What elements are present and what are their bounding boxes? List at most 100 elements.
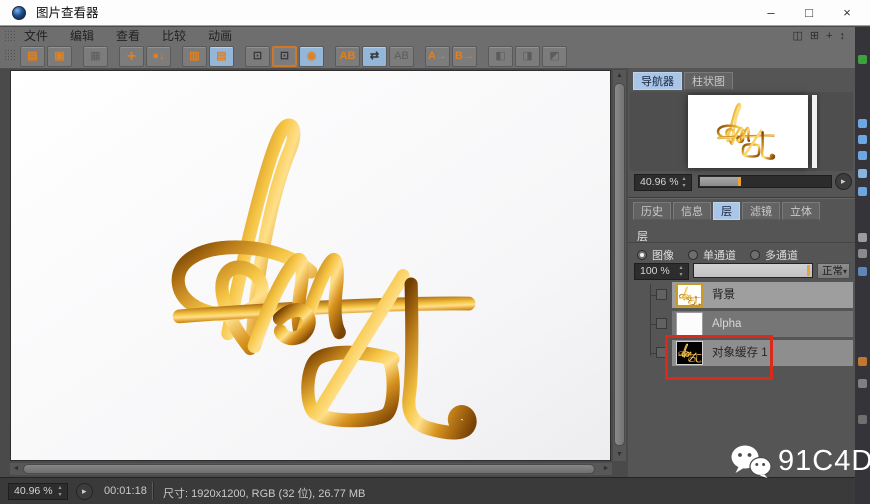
close-button[interactable]: × — [830, 0, 864, 26]
status-zoom-value: 40.96 % — [14, 485, 53, 497]
radio-multi-channel-label: 多通道 — [765, 250, 798, 262]
layer-opacity-slider[interactable] — [693, 263, 813, 278]
panel-divider — [628, 197, 855, 199]
frame-grid-button[interactable]: ▦ — [83, 46, 108, 67]
compare-mode-1-button[interactable]: ◧ — [488, 46, 513, 67]
render-view-button[interactable]: ●↓ — [146, 46, 171, 67]
open-image-button[interactable]: ▤ — [20, 46, 45, 67]
layer-row-alpha[interactable]: Alpha — [672, 311, 853, 337]
scroll-up-icon[interactable]: ▲ — [613, 70, 626, 82]
radio-dot-icon — [688, 250, 698, 260]
layer-visibility-checkbox[interactable] — [656, 318, 667, 329]
radio-multi-channel[interactable]: 多通道 — [750, 247, 798, 263]
radio-dot-icon — [750, 250, 760, 260]
opacity-spinner-icon[interactable] — [677, 265, 685, 279]
zoom-spinner-icon[interactable] — [56, 485, 64, 499]
tab-history[interactable]: 历史 — [633, 202, 671, 220]
navigator-play-button[interactable] — [835, 173, 852, 190]
compare-ball-button[interactable]: ◉ — [299, 46, 324, 67]
background-app-icon — [858, 119, 867, 128]
tab-info[interactable]: 信息 — [673, 202, 711, 220]
layer-visibility-checkbox[interactable] — [656, 289, 667, 300]
menu-bar: 文件 编辑 查看 比较 动画 ◫ ⊞ + ↕ — [0, 27, 855, 45]
playback-time: 00:01:18 — [104, 485, 147, 497]
minimize-button[interactable]: – — [754, 0, 788, 26]
blend-mode-value: 正常 — [822, 265, 843, 277]
remove-image-icon: ▤ — [216, 50, 227, 62]
ab-swap-icon: ⇄ — [369, 50, 380, 62]
toolbar: ▤ ▣ ▦ + ●↓ ▥ ▤ ⊡ ⊡ ◉ AB ⇄ AB A→ B→ ◧ ◨ ◩ — [0, 45, 855, 69]
menu-view[interactable]: 查看 — [116, 27, 140, 45]
resize-panel-icon[interactable]: ↕ — [840, 27, 846, 45]
background-app-icon — [858, 357, 867, 366]
radio-image[interactable]: 图像 — [637, 247, 674, 263]
ab-swap-button[interactable]: ⇄ — [362, 46, 387, 67]
layer-thumbnail[interactable] — [676, 312, 703, 336]
navigator-zoom-value: 40.96 % — [640, 176, 679, 188]
move-image-button[interactable]: + — [119, 46, 144, 67]
background-app-icon — [858, 169, 867, 178]
menu-file[interactable]: 文件 — [24, 27, 48, 45]
tab-stereo[interactable]: 立体 — [782, 202, 820, 220]
layer-name: 背景 — [712, 289, 735, 301]
layer-thumbnail[interactable] — [676, 283, 703, 307]
save-image-button[interactable]: ▣ — [47, 46, 72, 67]
radio-dot-icon — [637, 250, 647, 260]
radio-single-channel[interactable]: 单通道 — [688, 247, 736, 263]
move-panel-icon[interactable]: + — [826, 27, 832, 45]
ab-off-button[interactable]: AB — [389, 46, 414, 67]
navigator-thumbnail[interactable] — [688, 95, 808, 168]
tab-navigator[interactable]: 导航器 — [633, 72, 682, 90]
background-app-icon — [858, 267, 867, 276]
thumbnail-sculpture-image — [679, 286, 701, 305]
drag-handle-icon[interactable] — [4, 49, 16, 61]
tab-filter[interactable]: 滤镜 — [742, 202, 780, 220]
blend-mode-dropdown[interactable]: 正常 — [817, 263, 850, 279]
compare-mode-3-button[interactable]: ◩ — [542, 46, 567, 67]
image-viewport[interactable] — [10, 70, 611, 461]
horizontal-scrollbar[interactable]: ◄ ► — [10, 463, 612, 475]
layer-row-background[interactable]: 背景 — [672, 282, 853, 308]
vertical-scrollbar[interactable]: ▲ ▼ — [613, 70, 626, 461]
render-view-icon: ●↓ — [152, 50, 165, 62]
status-play-button[interactable] — [76, 483, 93, 500]
tab-histogram[interactable]: 柱状图 — [684, 72, 733, 90]
status-zoom-field[interactable]: 40.96 % — [8, 483, 68, 500]
menu-edit[interactable]: 编辑 — [70, 27, 94, 45]
delete-image-icon: ▥ — [189, 50, 200, 62]
set-image-b-button[interactable]: B→ — [452, 46, 477, 67]
compare-frame-b-button[interactable]: ⊡ — [272, 46, 297, 67]
scroll-left-icon[interactable]: ◄ — [10, 463, 22, 475]
navigator-zoom-field[interactable]: 40.96 % — [634, 174, 692, 191]
background-app-icon — [858, 187, 867, 196]
status-bar: 40.96 % 00:01:18 尺寸: 1920x1200, RGB (32 … — [0, 477, 855, 504]
navigator-zoom-slider[interactable] — [698, 175, 832, 188]
add-panel-icon[interactable]: ⊞ — [810, 27, 819, 45]
ab-compare-icon: AB — [339, 50, 356, 62]
menu-animate[interactable]: 动画 — [208, 27, 232, 45]
scroll-down-icon[interactable]: ▼ — [613, 449, 626, 461]
remove-image-button[interactable]: ▤ — [209, 46, 234, 67]
compare-mode-3-icon: ◩ — [549, 50, 560, 62]
compare-frame-b-icon: ⊡ — [279, 50, 290, 62]
vertical-scroll-thumb[interactable] — [614, 83, 625, 446]
right-panel: 导航器 柱状图 40.96 % 历史 信息 层 滤镜 立体 层 图像 单通道 — [628, 68, 855, 477]
ab-compare-button[interactable]: AB — [335, 46, 360, 67]
open-image-icon: ▤ — [27, 50, 38, 62]
set-image-a-button[interactable]: A→ — [425, 46, 450, 67]
zoom-slider-thumb[interactable] — [700, 177, 738, 186]
compare-mode-2-button[interactable]: ◨ — [515, 46, 540, 67]
tab-layers[interactable]: 层 — [713, 202, 740, 220]
thumbnail-sculpture-image — [716, 102, 776, 160]
layer-opacity-field[interactable]: 100 % — [634, 263, 689, 280]
delete-image-button[interactable]: ▥ — [182, 46, 207, 67]
horizontal-scroll-thumb[interactable] — [23, 464, 595, 474]
maximize-button[interactable]: □ — [792, 0, 826, 26]
split-panel-icon[interactable]: ◫ — [792, 27, 802, 45]
watermark-text: 91C4D — [778, 444, 870, 477]
drag-handle-icon[interactable] — [4, 30, 16, 42]
zoom-spinner-icon[interactable] — [680, 176, 688, 190]
menu-compare[interactable]: 比较 — [162, 27, 186, 45]
scroll-right-icon[interactable]: ► — [600, 463, 612, 475]
compare-frame-a-button[interactable]: ⊡ — [245, 46, 270, 67]
